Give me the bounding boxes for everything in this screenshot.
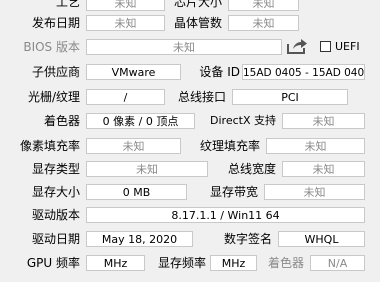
driver-date-label: 驱动日期 — [31, 232, 80, 246]
release-date-field[interactable]: 未知 — [86, 15, 165, 31]
driver-date-field[interactable]: May 18, 2020 — [86, 231, 193, 247]
uefi-checkbox[interactable] — [320, 41, 331, 52]
bandwidth-label: 显存带宽 — [209, 185, 258, 199]
directx-support-field[interactable]: 未知 — [282, 113, 365, 129]
memory-clock-field[interactable]: MHz — [210, 255, 257, 271]
shader-clock-field[interactable]: N/A — [310, 255, 365, 271]
digital-signature-label: 数字签名 — [223, 232, 272, 246]
texture-fillrate-label: 纹理填充率 — [199, 139, 260, 153]
bus-width-field[interactable]: 未知 — [282, 161, 365, 177]
bus-interface-label: 总线接口 — [177, 90, 226, 104]
memory-type-field[interactable]: 未知 — [86, 161, 208, 177]
process-field[interactable]: 未知 — [86, 0, 165, 11]
die-size-field[interactable]: 未知 — [228, 0, 299, 11]
pixel-fillrate-field[interactable]: 未知 — [86, 138, 181, 154]
directx-support-label: DirectX 支持 — [210, 114, 276, 127]
die-size-label: 芯片大小 — [173, 0, 222, 9]
process-label: 工艺 — [55, 0, 80, 9]
texture-fillrate-field[interactable]: 未知 — [266, 138, 365, 154]
transistors-label: 晶体管数 — [173, 16, 222, 30]
memory-type-label: 显存类型 — [31, 162, 80, 176]
transistors-field[interactable]: 未知 — [228, 15, 299, 31]
subvendor-field[interactable]: VMware — [86, 64, 181, 80]
shader-clock-label: 着色器 — [267, 256, 304, 270]
rops-tmus-field[interactable]: / — [86, 89, 165, 105]
driver-version-label: 驱动版本 — [31, 208, 80, 222]
share-icon[interactable] — [286, 37, 308, 55]
gpu-clock-label: GPU 频率 — [26, 256, 80, 270]
memory-size-field[interactable]: 0 MB — [86, 184, 187, 200]
memory-size-label: 显存大小 — [31, 185, 80, 199]
pixel-fillrate-label: 像素填充率 — [19, 139, 80, 153]
shaders-label: 着色器 — [43, 114, 80, 128]
bios-version-field[interactable]: 未知 — [86, 39, 282, 55]
driver-version-field[interactable]: 8.17.1.1 / Win11 64 — [86, 207, 365, 223]
bandwidth-field[interactable]: 未知 — [264, 184, 365, 200]
bios-version-label: BIOS 版本 — [23, 40, 80, 54]
device-id-label: 设备 ID — [199, 65, 240, 79]
gpu-clock-field[interactable]: MHz — [86, 255, 145, 271]
digital-signature-field[interactable]: WHQL — [278, 231, 365, 247]
subvendor-label: 子供应商 — [31, 65, 80, 79]
rops-tmus-label: 光栅/纹理 — [27, 90, 80, 104]
memory-clock-label: 显存频率 — [157, 256, 206, 270]
bus-interface-field[interactable]: PCI — [232, 89, 348, 105]
bus-width-label: 总线宽度 — [227, 162, 276, 176]
device-id-field[interactable]: 15AD 0405 - 15AD 0405 — [242, 64, 365, 80]
uefi-label: UEFI — [335, 40, 360, 53]
shaders-field[interactable]: 0 像素 / 0 顶点 — [86, 113, 195, 129]
release-date-label: 发布日期 — [31, 16, 80, 30]
